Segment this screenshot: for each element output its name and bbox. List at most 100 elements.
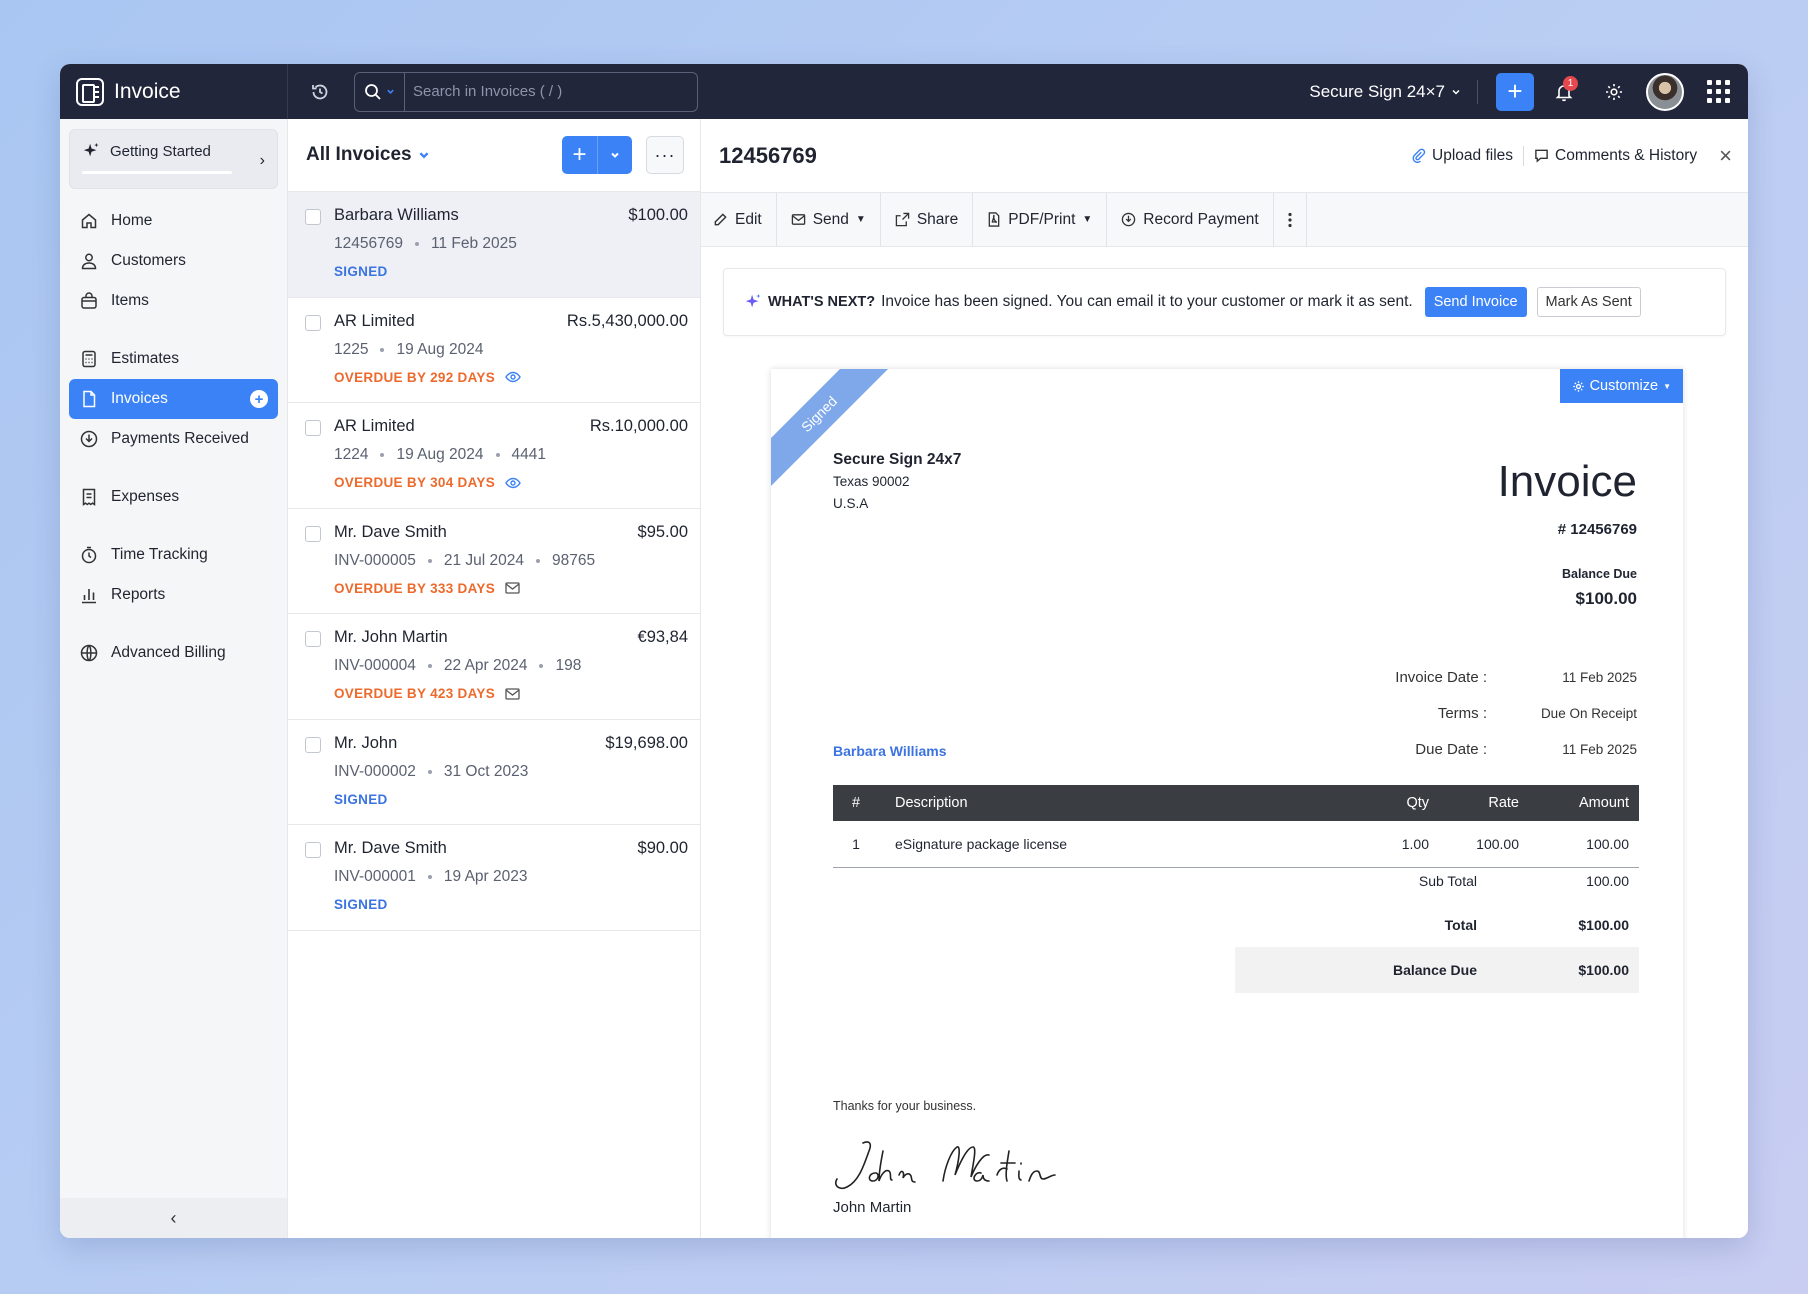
pdf-print-button[interactable]: PDF/Print ▼ bbox=[973, 193, 1108, 246]
invoice-list-panel: All Invoices + ··· Barbara Williams $100… bbox=[288, 119, 701, 1238]
invoice-date: 11 Feb 2025 bbox=[430, 235, 517, 252]
home-icon bbox=[79, 211, 99, 231]
meta-value: 11 Feb 2025 bbox=[1562, 669, 1637, 685]
chevron-down-icon bbox=[387, 89, 394, 94]
list-item[interactable]: Mr. John $19,698.00 INV-000002 31 Oct 20… bbox=[288, 720, 700, 825]
invoice-filter-dropdown[interactable]: All Invoices bbox=[306, 144, 430, 166]
sidebar-item-home[interactable]: Home bbox=[69, 201, 278, 241]
org-switcher[interactable]: Secure Sign 24×7 bbox=[1309, 79, 1478, 104]
search-scope[interactable] bbox=[355, 72, 405, 111]
invoice-date: 19 Aug 2024 bbox=[396, 340, 484, 358]
sidebar-item-advanced-billing[interactable]: Advanced Billing bbox=[69, 633, 278, 673]
kebab-menu-icon bbox=[1288, 212, 1292, 227]
invoice-number-title: 12456769 bbox=[719, 142, 817, 168]
search-box[interactable] bbox=[354, 71, 698, 112]
comments-history-button[interactable]: Comments & History bbox=[1524, 146, 1707, 166]
col-qty: Qty bbox=[1339, 785, 1429, 821]
more-options-button[interactable]: ··· bbox=[646, 136, 684, 174]
search-input[interactable] bbox=[405, 83, 697, 100]
status-badge: OVERDUE BY 423 DAYS bbox=[334, 686, 496, 701]
top-bar: Invoice Secure Sign 24×7 + 1 bbox=[60, 64, 1748, 119]
caret-down-icon: ▼ bbox=[855, 214, 866, 225]
edit-label: Edit bbox=[735, 210, 762, 228]
more-actions-button[interactable] bbox=[1274, 193, 1307, 246]
address-line-1: Texas 90002 bbox=[833, 474, 910, 489]
sidebar-item-expenses[interactable]: Expenses bbox=[69, 477, 278, 517]
totals: Sub Total 100.00 Total $100.00 Balance Due… bbox=[1235, 859, 1639, 993]
list-item[interactable]: AR Limited Rs.5,430,000.00 1225 19 Aug 2… bbox=[288, 298, 700, 403]
sidebar-item-customers[interactable]: Customers bbox=[69, 241, 278, 281]
customize-button[interactable]: Customize ▼ bbox=[1559, 369, 1683, 403]
new-invoice-button[interactable]: + bbox=[562, 136, 598, 174]
sidebar-item-payments-received[interactable]: Payments Received bbox=[69, 419, 278, 459]
share-button[interactable]: Share bbox=[881, 193, 974, 246]
total-row: Total $100.00 bbox=[1235, 903, 1639, 947]
mark-as-sent-button[interactable]: Mark As Sent bbox=[1536, 287, 1641, 317]
sidebar-item-reports[interactable]: Reports bbox=[69, 575, 278, 615]
record-payment-label: Record Payment bbox=[1143, 210, 1259, 228]
send-button[interactable]: Send ▼ bbox=[777, 193, 881, 246]
bill-to-customer-link[interactable]: Barbara Williams bbox=[833, 743, 946, 759]
send-invoice-button[interactable]: Send Invoice bbox=[1424, 287, 1527, 317]
meta-key: Invoice Date : bbox=[1395, 668, 1487, 686]
sidebar-item-time-tracking[interactable]: Time Tracking bbox=[69, 535, 278, 575]
row-checkbox[interactable] bbox=[305, 631, 321, 647]
edit-button[interactable]: Edit bbox=[701, 193, 777, 246]
pdf-icon bbox=[988, 212, 1000, 227]
new-invoice-dropdown[interactable] bbox=[598, 136, 632, 174]
customer-name: Barbara Williams bbox=[334, 206, 459, 224]
close-icon[interactable]: × bbox=[1719, 143, 1732, 169]
row-checkbox[interactable] bbox=[305, 842, 321, 858]
row-checkbox[interactable] bbox=[305, 736, 321, 753]
sidebar-item-invoices[interactable]: Invoices + bbox=[69, 379, 278, 419]
add-invoice-icon[interactable]: + bbox=[250, 390, 268, 408]
from-address: Secure Sign 24x7 Texas 90002 U.S.A bbox=[833, 449, 961, 515]
separator-dot bbox=[427, 875, 432, 879]
quick-create-button[interactable]: + bbox=[1496, 72, 1534, 111]
list-item[interactable]: Mr. Dave Smith $90.00 INV-000001 19 Apr … bbox=[288, 825, 700, 931]
share-label: Share bbox=[916, 210, 959, 228]
getting-started-card[interactable]: Getting Started › bbox=[69, 129, 278, 189]
row-checkbox[interactable] bbox=[305, 525, 321, 542]
row-checkbox[interactable] bbox=[305, 209, 321, 225]
customer-name: AR Limited bbox=[334, 311, 415, 330]
sidebar-item-label: Items bbox=[111, 292, 149, 309]
list-item[interactable]: Mr. John Martin €93,84 INV-000004 22 Apr… bbox=[288, 614, 700, 720]
invoice-detail-panel: 12456769 Upload files Comments & History… bbox=[701, 119, 1748, 1238]
list-item[interactable]: Mr. Dave Smith $95.00 INV-000005 21 Jul … bbox=[288, 509, 700, 614]
list-item[interactable]: Barbara Williams $100.00 12456769 11 Feb… bbox=[288, 192, 700, 298]
app-window: Invoice Secure Sign 24×7 + 1 bbox=[60, 64, 1748, 1238]
getting-started-label: Getting Started bbox=[110, 142, 211, 160]
invoice-number: INV-000004 bbox=[334, 657, 416, 674]
sidebar-item-label: Advanced Billing bbox=[111, 644, 226, 661]
handwritten-signature bbox=[834, 1141, 1056, 1190]
avatar[interactable] bbox=[1646, 72, 1684, 111]
row-checkbox[interactable] bbox=[305, 314, 321, 331]
meta-row: Terms : Due On Receipt bbox=[1307, 695, 1637, 731]
row-checkbox[interactable] bbox=[305, 420, 321, 436]
balance-due-total-label: Balance Due bbox=[1392, 962, 1477, 978]
settings-button[interactable] bbox=[1594, 72, 1634, 112]
chevron-down-icon bbox=[419, 152, 429, 159]
sidebar-item-label: Home bbox=[111, 212, 153, 229]
sidebar-item-items[interactable]: Items bbox=[69, 281, 278, 321]
new-invoice-split-button: + bbox=[562, 136, 632, 174]
recent-history-icon[interactable] bbox=[300, 72, 340, 112]
brand[interactable]: Invoice bbox=[60, 64, 288, 119]
org-name: Secure Sign 24×7 bbox=[1309, 81, 1445, 101]
upload-files-label: Upload files bbox=[1432, 146, 1514, 164]
document-title: Invoice bbox=[1497, 457, 1637, 506]
record-payment-button[interactable]: Record Payment bbox=[1107, 193, 1274, 246]
subtotal-label: Sub Total bbox=[1418, 873, 1477, 889]
list-item[interactable]: AR Limited Rs.10,000.00 1224 19 Aug 2024… bbox=[288, 403, 700, 509]
search-icon bbox=[365, 83, 381, 100]
sidebar-item-estimates[interactable]: Estimates bbox=[69, 339, 278, 379]
meta-key: Terms : bbox=[1437, 704, 1487, 722]
separator-dot bbox=[539, 664, 544, 668]
sidebar-item-label: Payments Received bbox=[111, 430, 249, 447]
upload-files-button[interactable]: Upload files bbox=[1401, 145, 1525, 166]
app-launcher-icon[interactable] bbox=[1698, 72, 1738, 112]
chevron-left-icon: ‹ bbox=[170, 1207, 177, 1228]
collapse-sidebar-button[interactable]: ‹ bbox=[60, 1198, 287, 1238]
notifications-button[interactable]: 1 bbox=[1544, 72, 1584, 112]
